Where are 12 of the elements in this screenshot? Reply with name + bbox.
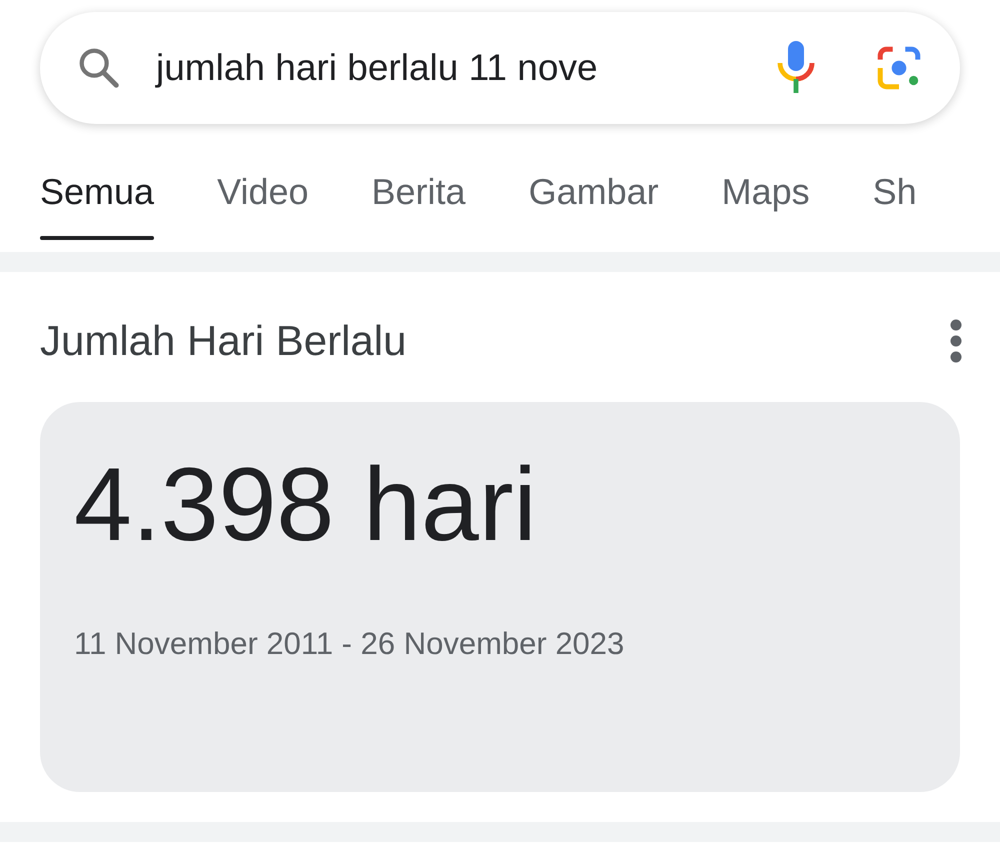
tab[interactable]: Semua: [40, 132, 154, 252]
more-options-icon[interactable]: [949, 319, 963, 364]
tab[interactable]: Sh: [872, 132, 917, 252]
search-field[interactable]: jumlah hari berlalu 11 nove: [40, 12, 960, 124]
date-range: 11 November 2011 - 26 November 2023: [74, 624, 626, 663]
tab[interactable]: Maps: [722, 132, 810, 252]
result-value: 4.398 hari: [74, 448, 538, 563]
card-title: Jumlah Hari Berlalu: [40, 316, 406, 366]
tab[interactable]: Video: [217, 132, 309, 252]
tab[interactable]: Berita: [372, 132, 466, 252]
search-query: jumlah hari berlalu 11 nove: [154, 46, 599, 90]
tab[interactable]: Gambar: [528, 132, 659, 252]
